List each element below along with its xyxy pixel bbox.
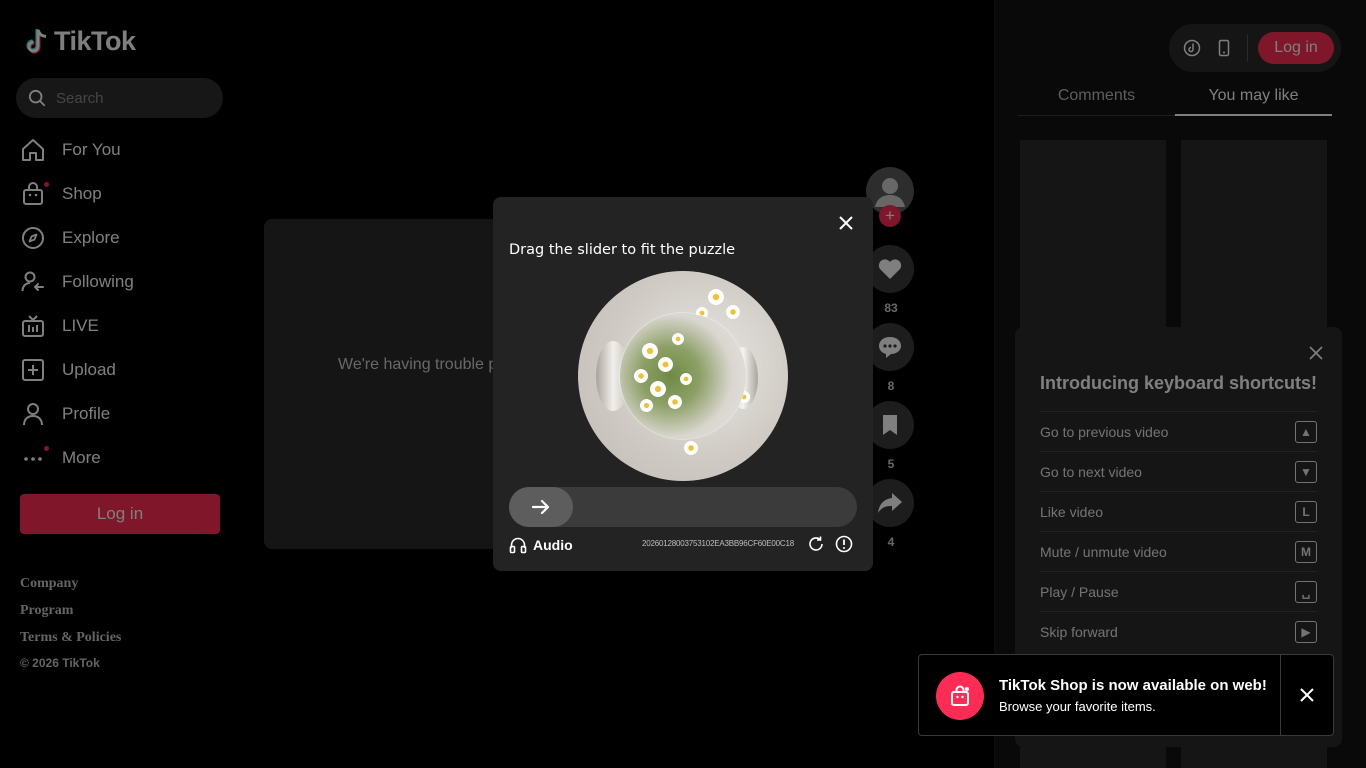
shop-toast: TikTok Shop is now available on web! Bro… — [918, 654, 1334, 736]
flower-shape — [708, 289, 724, 305]
captcha-title: Drag the slider to fit the puzzle — [509, 242, 736, 258]
close-icon[interactable] — [1300, 688, 1314, 702]
arrow-right-icon — [531, 499, 550, 515]
toast-divider — [1280, 655, 1281, 735]
captcha-footer: Audio 20260128003753102EA3BB96CF60E00C18 — [509, 535, 857, 555]
audio-captcha-button[interactable]: Audio — [509, 536, 573, 554]
toast-subtitle: Browse your favorite items. — [999, 699, 1156, 714]
flower-shape — [640, 399, 653, 412]
toast-title: TikTok Shop is now available on web! — [999, 677, 1267, 694]
captcha-dialog: Drag the slider to fit the puzzle Audio — [493, 197, 873, 571]
puzzle-image — [578, 271, 788, 481]
flower-shape — [668, 395, 682, 409]
flower-shape — [658, 357, 673, 372]
flower-shape — [650, 381, 666, 397]
refresh-icon[interactable] — [807, 535, 825, 553]
flower-shape — [726, 305, 740, 319]
headphones-icon — [509, 537, 527, 554]
flower-shape — [672, 333, 684, 345]
captcha-slider-handle[interactable] — [509, 487, 573, 527]
captcha-id: 20260128003753102EA3BB96CF60E00C18 — [642, 539, 795, 548]
captcha-slider-track[interactable] — [509, 487, 857, 527]
close-icon[interactable] — [838, 215, 854, 231]
puzzle-piece — [620, 313, 746, 439]
shop-toast-icon — [936, 672, 984, 720]
shop-bag-icon — [951, 685, 969, 706]
flower-shape — [634, 369, 648, 383]
audio-label: Audio — [533, 537, 573, 553]
flower-shape — [684, 441, 698, 455]
report-info-icon[interactable] — [835, 535, 853, 553]
flower-shape — [680, 373, 692, 385]
flower-shape — [642, 343, 658, 359]
